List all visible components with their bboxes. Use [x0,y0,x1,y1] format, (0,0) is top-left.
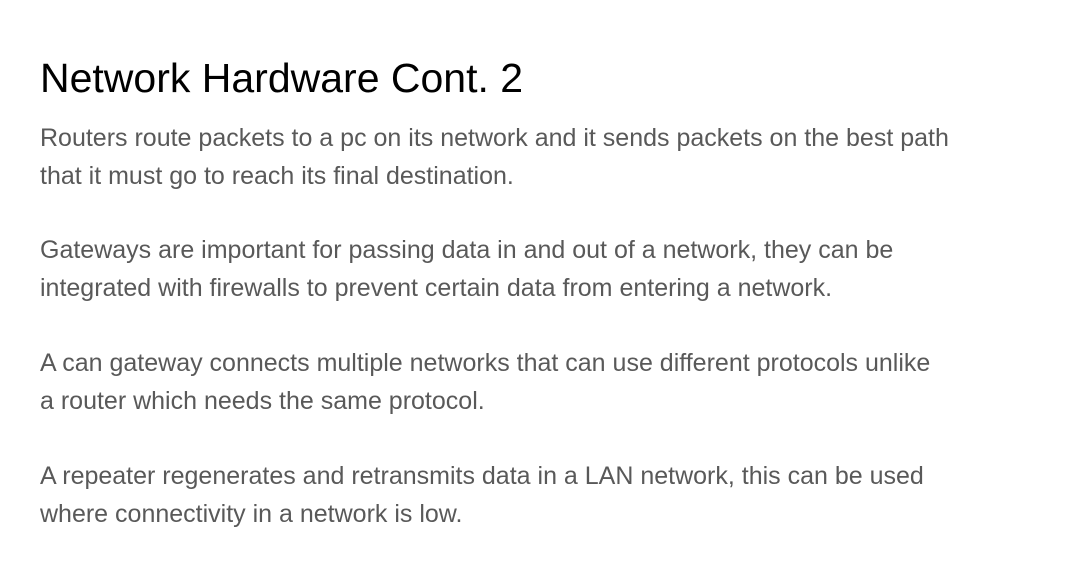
paragraph-line: that it must go to reach its final desti… [40,162,514,190]
paragraph-line: where connectivity in a network is low. [40,500,463,528]
paragraph-repeater: A repeater regenerates and retransmits d… [40,457,1050,533]
paragraph-line: A can gateway connects multiple networks… [40,349,931,377]
slide-title: Network Hardware Cont. 2 [40,55,524,101]
paragraph-line: integrated with firewalls to prevent cer… [40,274,833,302]
paragraph-gateways: Gateways are important for passing data … [40,231,1050,307]
slide: Network Hardware Cont. 2 Routers route p… [40,0,1050,581]
paragraph-line: A repeater regenerates and retransmits d… [40,462,924,490]
paragraph-line: Routers route packets to a pc on its net… [40,124,949,152]
paragraph-can-gateway: A can gateway connects multiple networks… [40,344,1050,420]
paragraph-line: Gateways are important for passing data … [40,236,894,264]
paragraph-line: a router which needs the same protocol. [40,387,485,415]
paragraph-routers: Routers route packets to a pc on its net… [40,119,1050,195]
